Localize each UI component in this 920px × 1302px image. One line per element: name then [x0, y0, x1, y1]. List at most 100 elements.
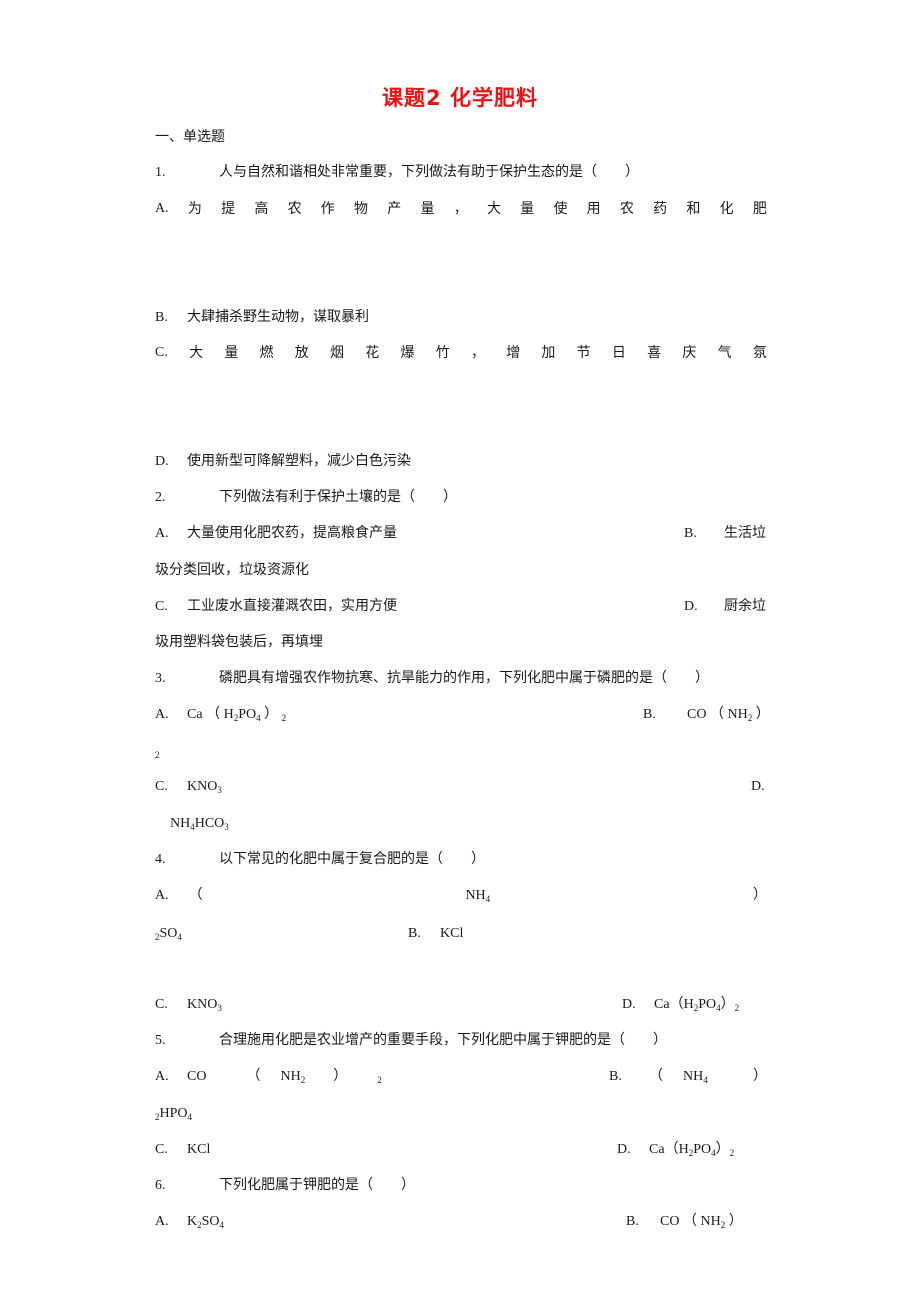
option-label: D.: [617, 1142, 631, 1157]
option-1d[interactable]: D. 使用新型可降解塑料，减少白色污染: [155, 452, 411, 471]
option-1a[interactable]: A. 为 提 高 农 作 物 产 量 ， 大 量 使 用 农 药 和 化 肥: [155, 200, 767, 218]
option-char: 爆: [400, 345, 415, 361]
option-label: D.: [622, 997, 636, 1012]
question-number: 5.: [155, 1033, 166, 1048]
question-number: 2.: [155, 490, 166, 505]
option-label: A.: [155, 526, 169, 541]
question-stem: 磷肥具有增强农作物抗寒、抗旱能力的作用，下列化肥中属于磷肥的是（ ）: [219, 670, 709, 686]
question-number: 4.: [155, 852, 166, 867]
option-label: A.: [155, 707, 169, 722]
option-text: 生活垃: [724, 525, 766, 541]
option-text: 工业废水直接灌溉农田，实用方便: [187, 598, 397, 614]
question-stem: 下列化肥属于钾肥的是（ ）: [219, 1177, 415, 1193]
option-4a[interactable]: A. （ NH4 ）: [155, 887, 767, 905]
option-3b-subscript: 2: [155, 750, 160, 760]
option-char: 大: [486, 201, 501, 217]
option-char: 放: [294, 345, 309, 361]
option-label: C.: [155, 1142, 168, 1157]
option-4b[interactable]: B. KCl: [408, 925, 463, 943]
option-5d[interactable]: D. Ca（H2PO4）2: [617, 1141, 734, 1159]
formula-text: CO （NH2） 2: [187, 1069, 382, 1085]
option-char: 农: [619, 201, 634, 217]
option-char: 作: [320, 201, 335, 217]
option-label: B.: [684, 526, 697, 541]
question-stem: 以下常见的化肥中属于复合肥的是（ ）: [219, 851, 485, 867]
question-stem: 下列做法有利于保护土壤的是（ ）: [219, 489, 457, 505]
option-char: 烟: [330, 345, 345, 361]
option-char: 加: [541, 345, 556, 361]
option-char: 为: [187, 201, 202, 217]
option-char: 高: [254, 201, 269, 217]
question-5: 5. 合理施用化肥是农业增产的重要手段，下列化肥中属于钾肥的是（ ）: [155, 1031, 667, 1050]
formula-text: KNO3: [187, 779, 222, 795]
option-5c[interactable]: C. KCl: [155, 1141, 210, 1159]
option-char: 日: [611, 345, 626, 361]
option-6a[interactable]: A. K2SO4: [155, 1213, 224, 1231]
option-char: 使: [553, 201, 568, 217]
option-2c[interactable]: C. 工业废水直接灌溉农田，实用方便: [155, 597, 397, 616]
option-label: D.: [684, 599, 698, 614]
option-char: 产: [387, 201, 402, 217]
option-char: 增: [506, 345, 521, 361]
option-2d[interactable]: D. 厨余垃: [684, 597, 766, 616]
option-char: 量: [224, 345, 239, 361]
section-heading: 一、单选题: [155, 129, 225, 145]
option-label: D.: [155, 454, 169, 469]
option-5b[interactable]: B. （NH4）: [609, 1068, 767, 1086]
option-char: 农: [287, 201, 302, 217]
page-title: 课题2 化学肥料: [382, 86, 538, 110]
question-6: 6. 下列化肥属于钾肥的是（ ）: [155, 1176, 415, 1195]
option-6b[interactable]: B. CO （ NH2 ）: [626, 1213, 743, 1231]
option-1c[interactable]: C. 大 量 燃 放 烟 花 爆 竹 ， 增 加 节 日 喜 庆 气 氛: [155, 344, 767, 362]
formula-text: Ca（H2PO4）2: [654, 997, 740, 1013]
option-char: 喜: [647, 345, 662, 361]
option-char: 节: [576, 345, 591, 361]
option-3c[interactable]: C. KNO3: [155, 778, 222, 796]
option-text: 使用新型可降解塑料，减少白色污染: [187, 453, 411, 469]
option-1b[interactable]: B. 大肆捕杀野生动物，谋取暴利: [155, 308, 369, 327]
formula-text: Ca （ H2PO4 ） 2: [187, 707, 287, 723]
option-5a[interactable]: A. CO （NH2） 2: [155, 1068, 382, 1086]
formula-text: Ca（H2PO4）2: [649, 1142, 735, 1158]
option-char: 庆: [682, 345, 697, 361]
option-char: 燃: [259, 345, 274, 361]
option-3a[interactable]: A. Ca （ H2PO4 ） 2: [155, 706, 286, 724]
option-3b[interactable]: B. CO （ NH2 ）: [643, 706, 770, 724]
option-text: 大量使用化肥农药，提高粮食产量: [187, 525, 397, 541]
option-4c[interactable]: C. KNO3: [155, 996, 222, 1014]
option-label: C.: [155, 997, 168, 1012]
option-char: 肥: [752, 201, 767, 217]
question-number: 3.: [155, 671, 166, 686]
option-char: 量: [420, 201, 435, 217]
option-3d[interactable]: D.: [751, 778, 765, 796]
option-label: B.: [155, 310, 168, 325]
option-label: A.: [155, 201, 169, 216]
option-label: B.: [643, 707, 656, 722]
formula-text: KCl: [440, 926, 464, 941]
question-number: 6.: [155, 1178, 166, 1193]
option-char: 竹: [435, 345, 450, 361]
option-label: A.: [155, 888, 169, 903]
option-2d-continued: 圾用塑料袋包装后，再填埋: [155, 634, 323, 650]
formula-text: K2SO4: [187, 1214, 225, 1230]
option-char: 量: [520, 201, 535, 217]
option-3d-formula: NH4HCO3: [170, 816, 229, 832]
option-char: 物: [354, 201, 369, 217]
formula-text: CO （ NH2 ）: [687, 707, 770, 723]
option-2b[interactable]: B. 生活垃: [684, 524, 766, 543]
option-text: 厨余垃: [724, 598, 766, 614]
option-char: 大: [189, 345, 204, 361]
question-2: 2. 下列做法有利于保护土壤的是（ ）: [155, 488, 457, 507]
formula-text: KNO3: [187, 997, 222, 1013]
option-char: 花: [365, 345, 380, 361]
option-label: D.: [751, 779, 765, 794]
option-char: ，: [453, 201, 468, 217]
question-1: 1. 人与自然和谐相处非常重要，下列做法有助于保护生态的是（ ）: [155, 163, 639, 182]
option-char: 用: [586, 201, 601, 217]
question-3: 3. 磷肥具有增强农作物抗寒、抗旱能力的作用，下列化肥中属于磷肥的是（ ）: [155, 669, 709, 688]
formula-text: KCl: [187, 1142, 211, 1157]
option-2a[interactable]: A. 大量使用化肥农药，提高粮食产量: [155, 524, 397, 543]
option-label: A.: [155, 1214, 169, 1229]
option-label: B.: [609, 1069, 622, 1084]
option-4d[interactable]: D. Ca（H2PO4）2: [622, 996, 739, 1014]
